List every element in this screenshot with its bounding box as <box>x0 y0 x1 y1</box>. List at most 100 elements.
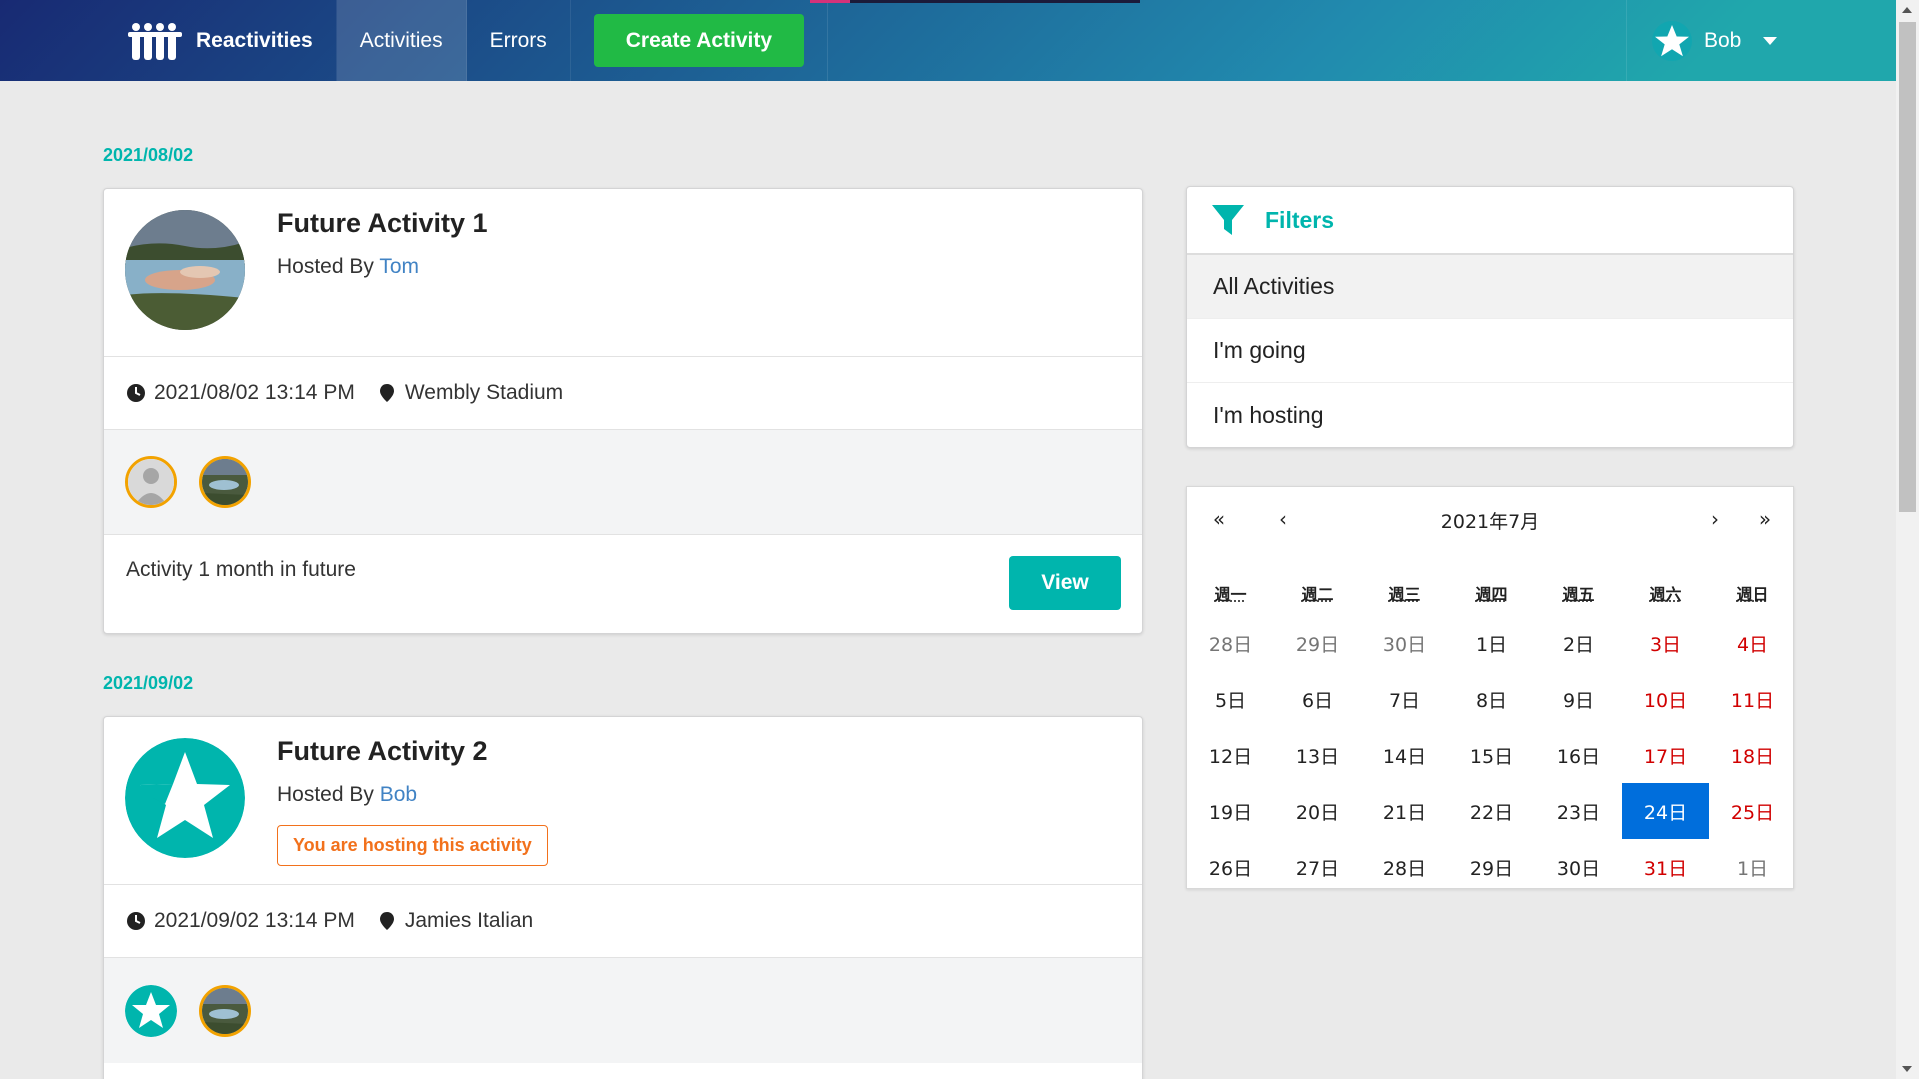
scroll-up-arrow-icon[interactable] <box>1902 7 1912 13</box>
nav-activities[interactable]: Activities <box>337 0 467 81</box>
attendee-avatar[interactable] <box>199 456 251 508</box>
host-link[interactable]: Tom <box>379 255 419 278</box>
user-menu[interactable]: Bob <box>1626 0 1896 81</box>
activity-venue: Wembly Stadium <box>405 381 563 405</box>
calendar-day[interactable]: 16日 <box>1535 727 1622 783</box>
attendee-avatar[interactable] <box>125 985 177 1037</box>
calendar-day[interactable]: 15日 <box>1448 727 1535 783</box>
calendar-day[interactable]: 29日 <box>1448 839 1535 895</box>
hosted-by: Hosted By Bob <box>277 783 417 807</box>
calendar-day[interactable]: 22日 <box>1448 783 1535 839</box>
filter-im-hosting[interactable]: I'm hosting <box>1187 383 1793 447</box>
brand-link[interactable]: Reactivities <box>103 0 337 81</box>
weekday-header: 週一 <box>1187 581 1274 605</box>
calendar: « ‹ 2021年7月 › » 週一 週二 週三 週四 週五 週六 週日 28日 29日 30日 1… <box>1186 486 1794 889</box>
loading-bar <box>810 0 1140 3</box>
attendee-avatar[interactable] <box>199 985 251 1037</box>
calendar-day[interactable]: 11日 <box>1709 671 1796 727</box>
calendar-day[interactable]: 18日 <box>1709 727 1796 783</box>
calendar-day[interactable]: 1日 <box>1448 615 1535 671</box>
activity-description: Activity 1 month in future View <box>104 535 1142 633</box>
calendar-day[interactable]: 20日 <box>1274 783 1361 839</box>
filters-header: Filters <box>1187 187 1793 255</box>
description-text: Activity 1 month in future <box>126 558 356 581</box>
hosting-badge: You are hosting this activity <box>277 825 548 866</box>
attendee-avatar[interactable] <box>125 456 177 508</box>
user-name: Bob <box>1704 29 1741 53</box>
group-logo-icon <box>128 21 182 61</box>
calendar-day[interactable]: 8日 <box>1448 671 1535 727</box>
calendar-day[interactable]: 25日 <box>1709 783 1796 839</box>
calendar-day[interactable]: 12日 <box>1187 727 1274 783</box>
brand-name: Reactivities <box>196 29 313 53</box>
calendar-day[interactable]: 26日 <box>1187 839 1274 895</box>
clock-icon <box>126 383 146 403</box>
calendar-day[interactable]: 30日 <box>1361 615 1448 671</box>
activity-info: 2021/08/02 13:14 PM Wembly Stadium <box>104 357 1142 430</box>
user-avatar-star-icon <box>1652 21 1692 61</box>
activity-datetime: 2021/08/02 13:14 PM <box>154 381 355 405</box>
attendee-list <box>104 430 1142 535</box>
calendar-day[interactable]: 27日 <box>1274 839 1361 895</box>
host-link[interactable]: Bob <box>380 783 417 806</box>
calendar-day[interactable]: 5日 <box>1187 671 1274 727</box>
calendar-day[interactable]: 19日 <box>1187 783 1274 839</box>
hosted-by: Hosted By Tom <box>277 255 419 279</box>
clock-icon <box>126 911 146 931</box>
date-group-header: 2021/09/02 <box>103 673 193 694</box>
activity-venue: Jamies Italian <box>405 909 533 933</box>
scroll-thumb[interactable] <box>1899 22 1916 512</box>
next-year-button[interactable]: » <box>1745 507 1785 531</box>
calendar-navigation: « ‹ 2021年7月 › » <box>1187 487 1793 551</box>
scroll-down-arrow-icon[interactable] <box>1902 1066 1912 1072</box>
activity-card: Future Activity 1 Hosted By Tom 2021/08/… <box>103 188 1143 634</box>
activity-title[interactable]: Future Activity 1 <box>277 208 488 239</box>
calendar-day[interactable]: 14日 <box>1361 727 1448 783</box>
calendar-day[interactable]: 31日 <box>1622 839 1709 895</box>
date-group-header: 2021/08/02 <box>103 145 193 166</box>
calendar-day[interactable]: 13日 <box>1274 727 1361 783</box>
calendar-day[interactable]: 3日 <box>1622 615 1709 671</box>
calendar-day[interactable]: 17日 <box>1622 727 1709 783</box>
create-activity-button[interactable]: Create Activity <box>594 14 804 67</box>
calendar-day[interactable]: 6日 <box>1274 671 1361 727</box>
weekday-header: 週五 <box>1535 581 1622 605</box>
nav-errors[interactable]: Errors <box>467 0 571 81</box>
calendar-day[interactable]: 10日 <box>1622 671 1709 727</box>
activity-header: Future Activity 1 Hosted By Tom <box>104 189 1142 357</box>
calendar-day[interactable]: 9日 <box>1535 671 1622 727</box>
weekday-header: 週四 <box>1448 581 1535 605</box>
weekday-header: 週三 <box>1361 581 1448 605</box>
filters-menu: Filters All Activities I'm going I'm hos… <box>1186 186 1794 448</box>
calendar-day[interactable]: 29日 <box>1274 615 1361 671</box>
dropdown-caret-icon <box>1763 37 1777 45</box>
map-marker-icon <box>377 383 397 403</box>
activity-host-image[interactable] <box>125 738 245 858</box>
hosted-by-prefix: Hosted By <box>277 255 374 278</box>
calendar-day[interactable]: 2日 <box>1535 615 1622 671</box>
calendar-day[interactable]: 23日 <box>1535 783 1622 839</box>
filters-title: Filters <box>1265 207 1334 234</box>
view-activity-button[interactable]: View <box>1009 556 1121 610</box>
activity-host-image[interactable] <box>125 210 245 330</box>
calendar-day[interactable]: 1日 <box>1709 839 1796 895</box>
calendar-day[interactable]: 7日 <box>1361 671 1448 727</box>
activity-info: 2021/09/02 13:14 PM Jamies Italian <box>104 885 1142 958</box>
calendar-day[interactable]: 28日 <box>1361 839 1448 895</box>
page-scrollbar[interactable] <box>1896 0 1919 1079</box>
filter-all-activities[interactable]: All Activities <box>1187 255 1793 319</box>
calendar-day[interactable]: 4日 <box>1709 615 1796 671</box>
calendar-day[interactable]: 21日 <box>1361 783 1448 839</box>
calendar-day[interactable]: 24日 <box>1622 783 1709 839</box>
hosted-by-prefix: Hosted By <box>277 783 374 806</box>
map-marker-icon <box>377 911 397 931</box>
weekday-header: 週六 <box>1622 581 1709 605</box>
filter-im-going[interactable]: I'm going <box>1187 319 1793 383</box>
calendar-day[interactable]: 28日 <box>1187 615 1274 671</box>
next-month-button[interactable]: › <box>1695 507 1735 531</box>
attendee-list <box>104 958 1142 1063</box>
calendar-day[interactable]: 30日 <box>1535 839 1622 895</box>
activity-title[interactable]: Future Activity 2 <box>277 736 488 767</box>
activity-header: Future Activity 2 Hosted By Bob You are … <box>104 717 1142 885</box>
activity-card: Future Activity 2 Hosted By Bob You are … <box>103 716 1143 1079</box>
